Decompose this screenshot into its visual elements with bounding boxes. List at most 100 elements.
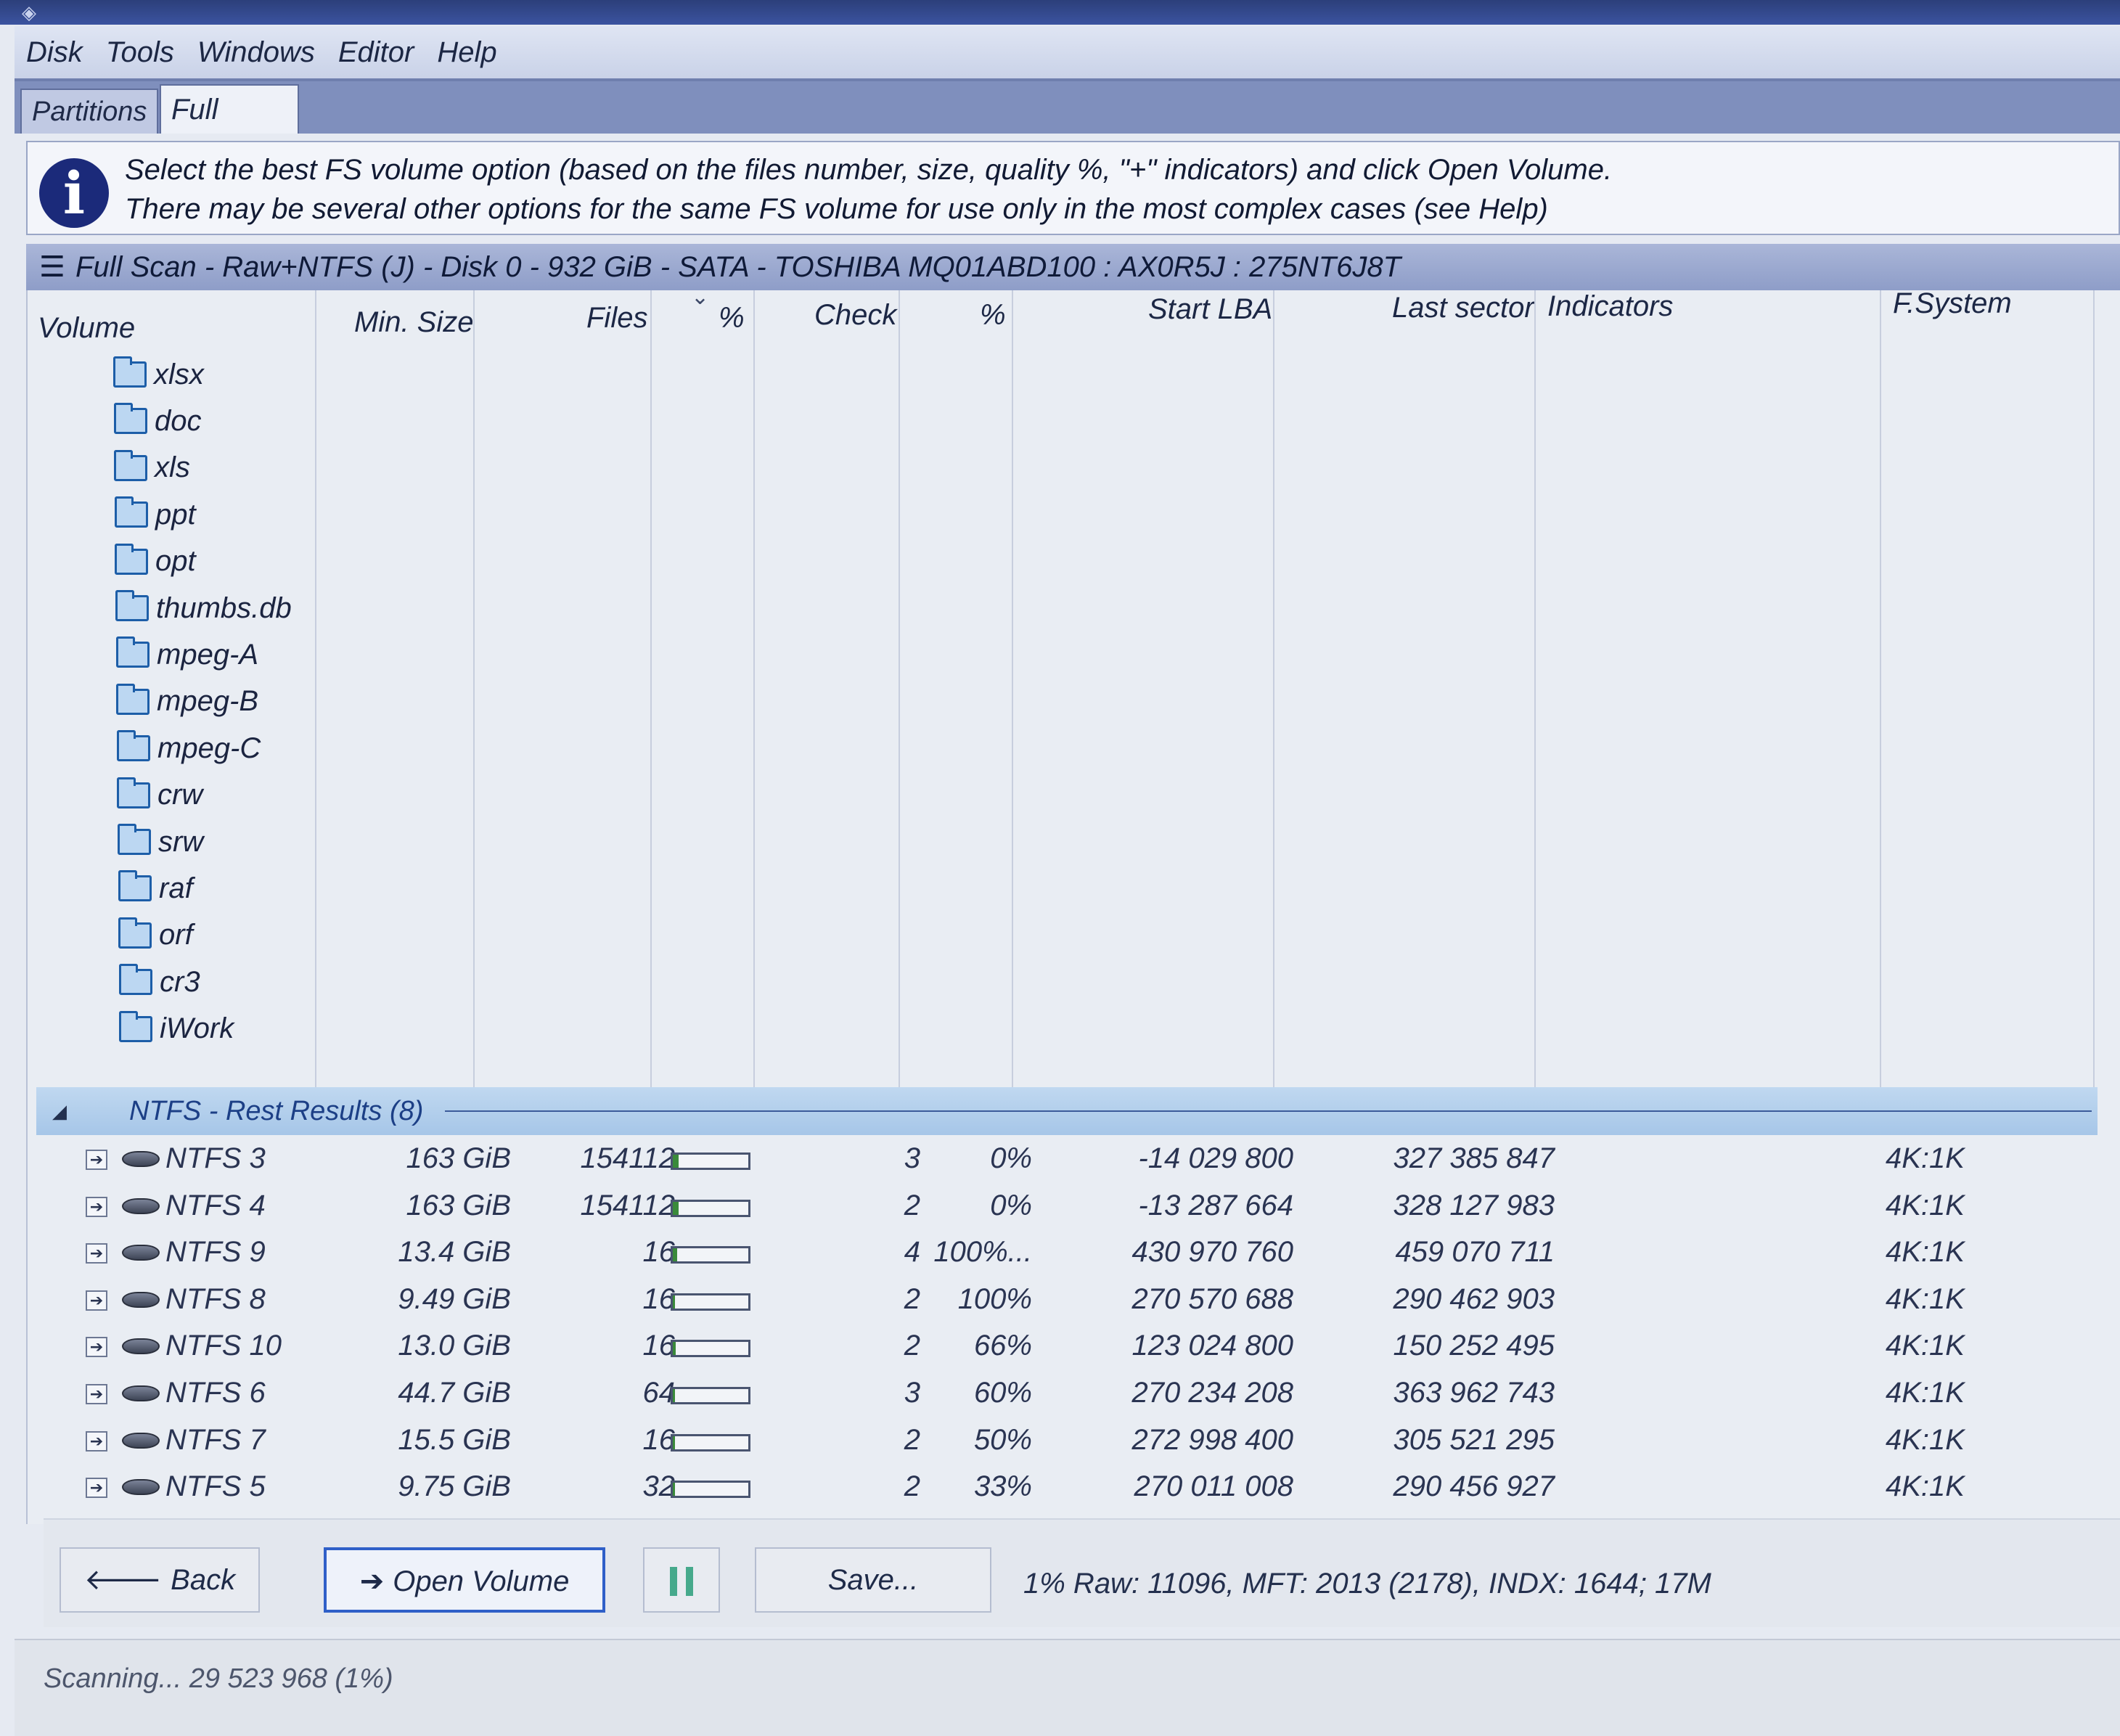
files-quality-bar <box>671 1152 750 1170</box>
menu-disk[interactable]: Disk <box>26 36 83 69</box>
back-button[interactable]: 🡐 Back <box>60 1547 260 1613</box>
table-row[interactable]: ➔ NTFS 7 15.5 GiB 16 2 50% 272 998 400 305 521 … <box>28 1418 2096 1465</box>
folder-icon <box>114 403 147 435</box>
table-row[interactable]: ➔ NTFS 5 9.75 GiB 32 2 33% 270 011 008 290 456 … <box>28 1465 2096 1511</box>
tree-item-label: crw <box>157 779 203 811</box>
tree-item[interactable]: xlsx <box>113 354 204 395</box>
check-pct-cell: 0% <box>990 1142 1032 1174</box>
tree-item[interactable]: mpeg-C <box>117 728 261 769</box>
col-divider[interactable] <box>899 290 900 1089</box>
folder-icon <box>119 1010 152 1042</box>
tree-item-label: mpeg-B <box>157 685 259 718</box>
check-cell: 2 <box>904 1470 920 1503</box>
files-quality-bar <box>671 1246 750 1264</box>
collapse-icon[interactable]: ◢ <box>52 1100 96 1123</box>
tree-item[interactable]: iWork <box>119 1009 234 1049</box>
menu-icon[interactable]: ☰ <box>39 244 65 290</box>
pause-button[interactable] <box>643 1547 720 1613</box>
title-bar: ◈ <box>0 0 2120 25</box>
check-cell: 2 <box>904 1330 920 1362</box>
col-divider[interactable] <box>473 290 475 1089</box>
menu-help[interactable]: Help <box>437 36 496 69</box>
disk-icon <box>122 1197 160 1214</box>
app-window: ◈ Disk Tools Windows Editor Help Partiti… <box>0 0 2120 1736</box>
col-last-sector[interactable]: Last sector <box>1392 292 1534 324</box>
folder-icon <box>116 683 150 715</box>
expand-icon[interactable]: ➔ <box>86 1430 107 1452</box>
table-row[interactable]: ➔ NTFS 3 163 GiB 154112 3 0% -14 029 800 327 38… <box>28 1137 2096 1183</box>
col-divider[interactable] <box>2093 290 2095 1089</box>
col-indicators[interactable]: Indicators <box>1547 290 1673 323</box>
disk-icon <box>122 1338 160 1355</box>
tree-item[interactable]: opt <box>115 541 196 582</box>
tree-item[interactable]: mpeg-B <box>116 681 258 722</box>
tree-item[interactable]: crw <box>117 775 202 816</box>
tab-full-scan[interactable]: Full Scan <box>160 84 299 173</box>
tree-item[interactable]: mpeg-A <box>116 634 258 675</box>
tree-item-label: thumbs.db <box>156 591 292 624</box>
check-cell: 4 <box>904 1236 920 1269</box>
tree-item-label: doc <box>155 404 202 437</box>
expand-icon[interactable]: ➔ <box>86 1150 107 1170</box>
col-divider[interactable] <box>1880 290 1881 1089</box>
col-divider[interactable] <box>1273 290 1274 1089</box>
expand-icon[interactable]: ➔ <box>86 1478 107 1499</box>
group-label: NTFS - Rest Results (8) <box>129 1095 424 1126</box>
table-row[interactable]: ➔ NTFS 9 13.4 GiB 16 4 100%... 430 970 760 459 … <box>28 1230 2096 1277</box>
col-files[interactable]: Files <box>586 302 647 335</box>
tree-item[interactable]: doc <box>114 401 202 441</box>
col-divider[interactable] <box>1012 290 1013 1089</box>
col-check-pct[interactable]: % <box>980 299 1006 332</box>
expand-icon[interactable]: ➔ <box>86 1196 107 1217</box>
button-bar: 🡐 Back ➔ Open Volume Save... 1% Raw: 11096… <box>44 1518 2120 1627</box>
files-quality-bar <box>671 1199 750 1217</box>
col-divider[interactable] <box>315 290 316 1089</box>
folder-icon <box>117 730 150 762</box>
tree-item[interactable]: thumbs.db <box>115 588 292 629</box>
tree-item[interactable]: orf <box>118 915 193 956</box>
tree-item[interactable]: ppt <box>115 494 196 535</box>
menu-bar: Disk Tools Windows Editor Help <box>15 26 2120 78</box>
col-min-size[interactable]: Min. Size <box>354 306 474 339</box>
col-start-lba[interactable]: Start LBA <box>1148 293 1272 326</box>
col-files-pct[interactable]: % <box>719 302 745 335</box>
menu-editor[interactable]: Editor <box>338 36 414 69</box>
col-divider[interactable] <box>1534 290 1536 1089</box>
expand-icon[interactable]: ➔ <box>86 1243 107 1264</box>
last-sector-cell: 290 456 927 <box>1393 1470 1555 1503</box>
arrow-right-icon: ➔ <box>359 1565 385 1597</box>
expand-icon[interactable]: ➔ <box>86 1290 107 1311</box>
check-pct-cell: 100%... <box>933 1236 1032 1269</box>
expand-icon[interactable]: ➔ <box>86 1337 107 1358</box>
tree-item[interactable]: srw <box>118 822 203 862</box>
disk-icon <box>122 1432 160 1449</box>
open-volume-button[interactable]: ➔ Open Volume <box>324 1547 605 1613</box>
volume-name: NTFS 7 <box>165 1423 266 1456</box>
group-row-ntfs-rest[interactable]: ◢ NTFS - Rest Results (8) <box>36 1087 2098 1135</box>
save-button[interactable]: Save... <box>755 1547 991 1613</box>
min-size-cell: 44.7 GiB <box>398 1377 511 1409</box>
folder-icon <box>114 449 147 481</box>
col-volume[interactable]: Volume <box>38 312 135 345</box>
min-size-cell: 163 GiB <box>406 1142 511 1174</box>
tab-partitions[interactable]: Partitions <box>20 89 158 134</box>
col-divider[interactable] <box>650 290 652 1089</box>
tree-item[interactable]: raf <box>118 868 193 909</box>
volume-name: NTFS 5 <box>165 1470 266 1503</box>
tree-item[interactable]: xls <box>114 448 190 488</box>
menu-tools[interactable]: Tools <box>106 36 174 69</box>
col-fsystem[interactable]: F.System <box>1893 287 2012 320</box>
table-row[interactable]: ➔ NTFS 10 13.0 GiB 16 2 66% 123 024 800 150 252… <box>28 1324 2096 1370</box>
table-row[interactable]: ➔ NTFS 8 9.49 GiB 16 2 100% 270 570 688 290 462… <box>28 1277 2096 1324</box>
files-quality-bar <box>671 1481 750 1499</box>
menu-windows[interactable]: Windows <box>197 36 315 69</box>
col-divider[interactable] <box>753 290 755 1089</box>
table-row[interactable]: ➔ NTFS 6 44.7 GiB 64 3 60% 270 234 208 363 962 … <box>28 1371 2096 1417</box>
files-quality-bar-fill <box>673 1201 679 1215</box>
info-icon: i <box>39 158 109 228</box>
tree-item[interactable]: cr3 <box>119 962 200 1002</box>
expand-icon[interactable]: ➔ <box>86 1384 107 1404</box>
col-check[interactable]: Check <box>814 299 896 332</box>
tree-item-label: xls <box>155 451 190 484</box>
table-row[interactable]: ➔ NTFS 4 163 GiB 154112 2 0% -13 287 664 328 12… <box>28 1184 2096 1230</box>
